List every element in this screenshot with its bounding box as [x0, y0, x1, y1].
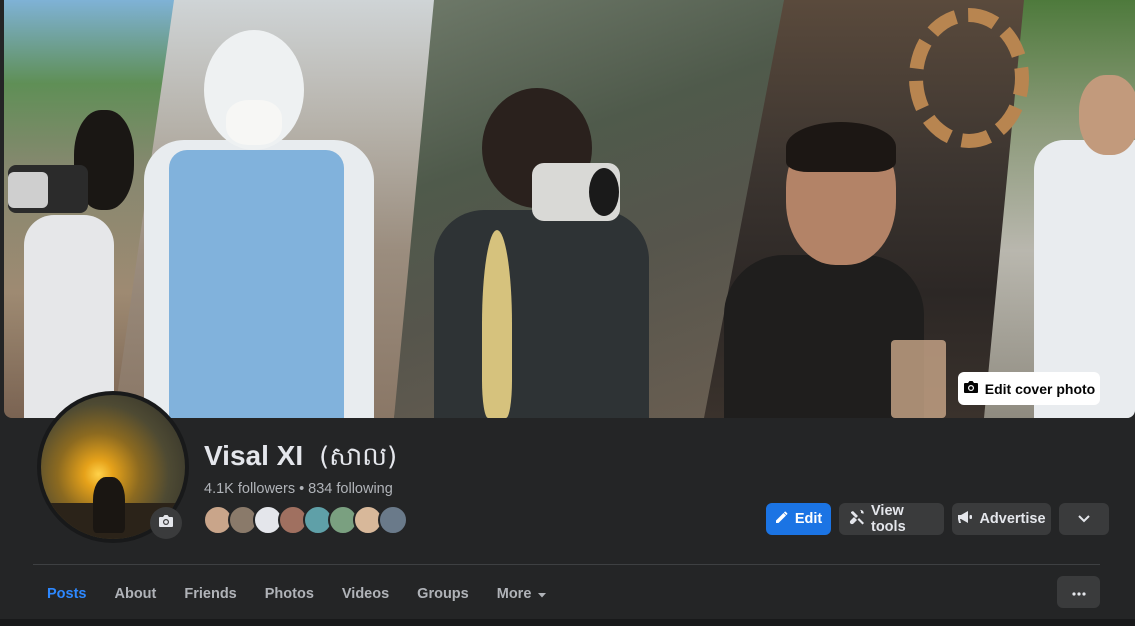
edit-cover-photo-label: Edit cover photo [984, 380, 1096, 397]
caret-down-icon [537, 586, 547, 602]
cover-figure [8, 172, 48, 208]
chevron-down-icon [1078, 511, 1090, 527]
tabs-overflow-button[interactable] [1057, 576, 1100, 608]
tab-groups[interactable]: Groups [403, 566, 483, 622]
advertise-button[interactable]: Advertise [952, 503, 1051, 535]
cover-figure [589, 168, 619, 216]
megaphone-icon [957, 510, 973, 528]
camera-icon [158, 514, 174, 533]
camera-icon [963, 380, 979, 397]
friend-avatar[interactable] [378, 505, 408, 535]
tab-photos[interactable]: Photos [251, 566, 328, 622]
profile-name: Visal XI [204, 440, 304, 471]
tools-icon [849, 509, 865, 529]
profile-divider [33, 564, 1100, 565]
tab-videos[interactable]: Videos [328, 566, 403, 622]
edit-label: Edit [794, 511, 823, 527]
tab-label: Friends [184, 586, 237, 602]
more-options-dropdown-button[interactable] [1059, 503, 1109, 535]
cover-figure [482, 230, 512, 418]
cover-figure [226, 100, 282, 145]
ellipsis-icon [1071, 583, 1086, 601]
cover-figure [1079, 75, 1135, 155]
cover-figure [434, 210, 649, 418]
profile-alternate-name: (សាល) [319, 442, 398, 472]
pencil-icon [775, 510, 789, 528]
update-profile-picture-button[interactable] [150, 507, 182, 539]
stats-separator: • [299, 481, 305, 497]
tab-label: Photos [264, 586, 314, 602]
page-bottom-edge [0, 619, 1135, 626]
cover-figure [24, 215, 114, 418]
tab-label: Groups [417, 586, 469, 602]
profile-tabs: Posts About Friends Photos Videos Groups More [33, 566, 562, 625]
view-tools-label: View tools [871, 503, 906, 535]
friend-avatars [203, 505, 408, 535]
tab-label: Posts [47, 586, 87, 602]
profile-actions: Edit View tools Advertise [766, 503, 1109, 535]
following-link[interactable]: 834 following [308, 481, 393, 497]
profile-stats: 4.1K followers • 834 following [204, 481, 393, 497]
cover-figure [786, 122, 896, 172]
followers-link[interactable]: 4.1K followers [204, 481, 295, 497]
view-tools-button[interactable]: View tools [839, 503, 944, 535]
advertise-label: Advertise [979, 511, 1046, 527]
cover-figure [169, 150, 344, 418]
tab-label: Videos [341, 586, 390, 602]
tab-about[interactable]: About [101, 566, 171, 622]
tab-label: More [496, 586, 532, 602]
cover-figure [891, 340, 946, 418]
profile-name-row: Visal XI (សាល) [204, 440, 397, 478]
cover-figure [909, 8, 1029, 148]
edit-profile-button[interactable]: Edit [766, 503, 831, 535]
edit-cover-photo-button[interactable]: Edit cover photo [958, 372, 1100, 405]
tab-label: About [114, 586, 157, 602]
tab-posts[interactable]: Posts [33, 566, 101, 625]
tab-friends[interactable]: Friends [170, 566, 250, 622]
cover-photo[interactable] [4, 0, 1135, 418]
tab-more[interactable]: More [483, 566, 562, 622]
